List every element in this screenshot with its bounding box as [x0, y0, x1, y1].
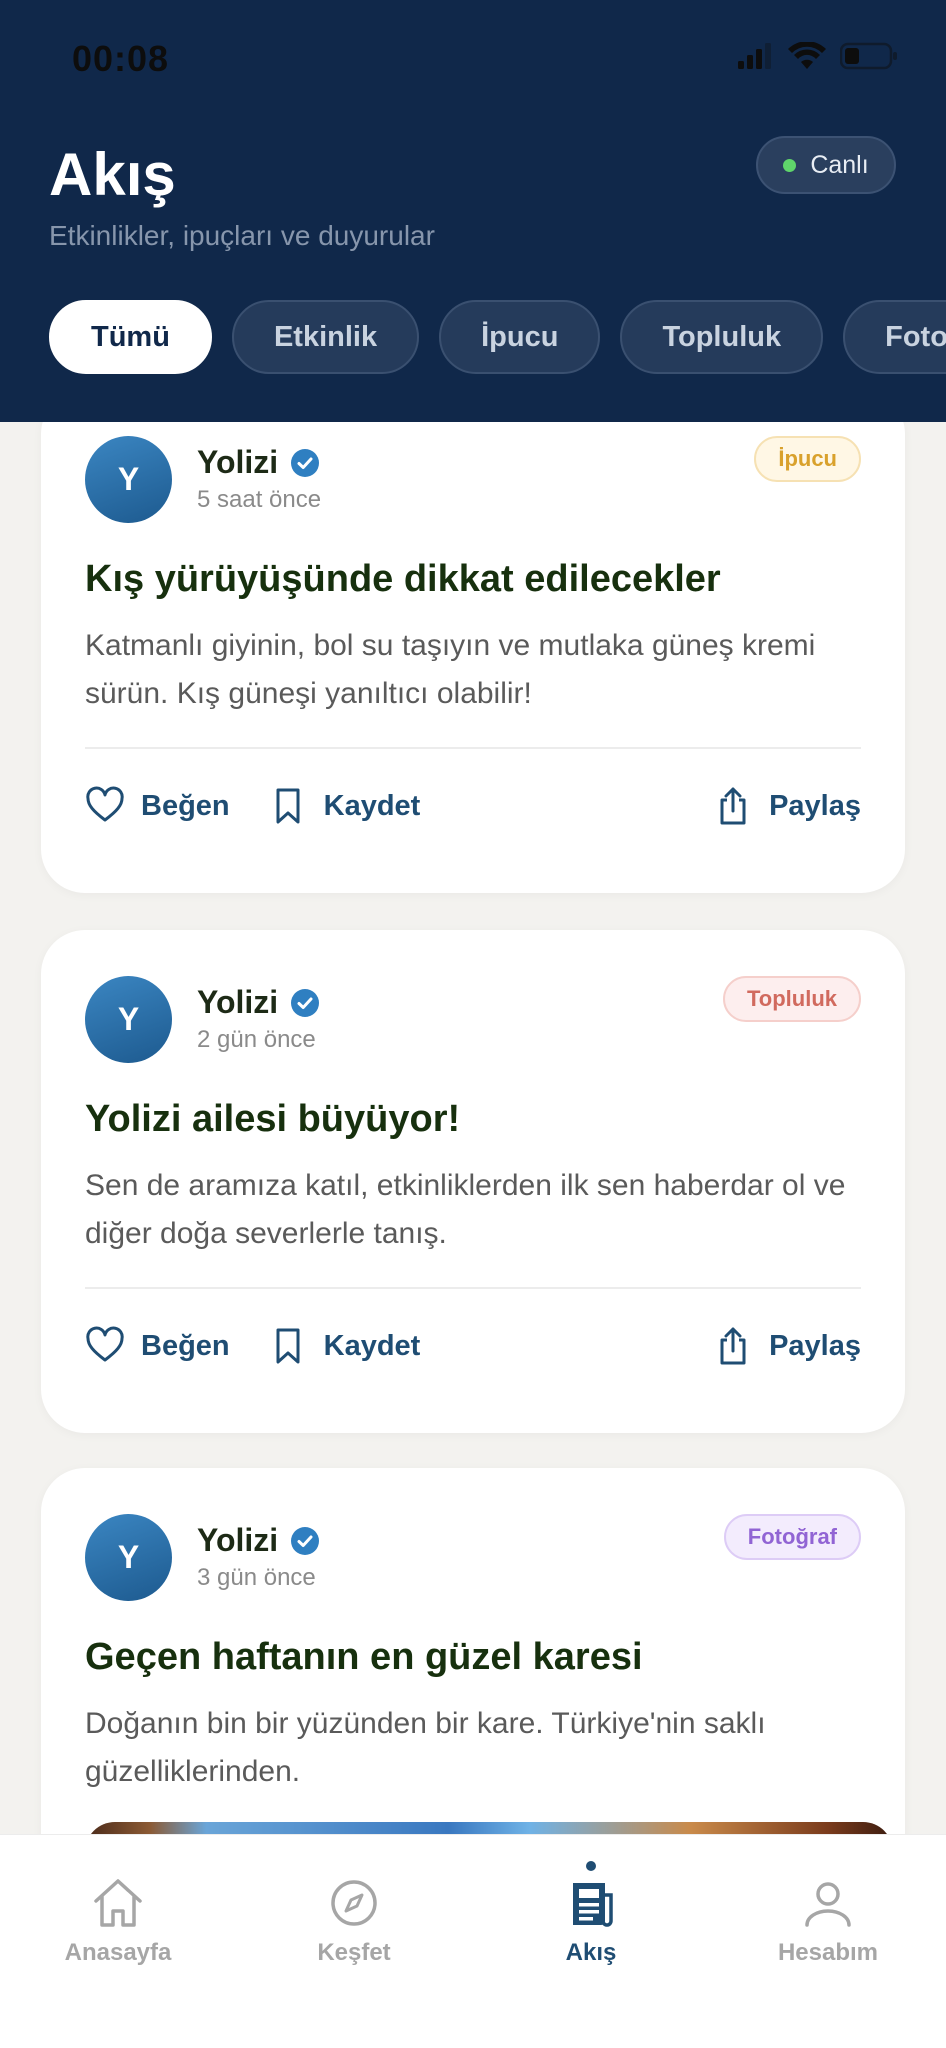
post-time: 2 gün önce: [197, 1026, 316, 1053]
newspaper-icon: [573, 1883, 613, 1927]
post-card[interactable]: Y Yolizi 5 saat önce İpucu Kış yürüyüşün…: [41, 390, 905, 893]
page-title: Akış: [49, 141, 176, 208]
save-button[interactable]: Kaydet: [268, 786, 421, 826]
compass-icon: [331, 1880, 377, 1926]
home-icon: [94, 1879, 142, 1927]
nav-item-account[interactable]: Hesabım: [748, 1875, 908, 1967]
share-icon: [720, 787, 746, 825]
post-title: Yolizi ailesi büyüyor!: [85, 1098, 461, 1140]
author-name: Yolizi: [197, 984, 279, 1020]
avatar: Y: [85, 436, 172, 523]
bottom-navigation: Anasayfa Keşfet Akış Hesabım: [0, 1834, 946, 2048]
like-button[interactable]: Beğen: [85, 786, 230, 826]
post-tag: İpucu: [754, 436, 861, 482]
chip-photo[interactable]: Foto: [843, 300, 946, 374]
chip-tip[interactable]: İpucu: [439, 300, 601, 374]
chip-all[interactable]: Tümü: [49, 300, 212, 374]
share-icon: [720, 1327, 746, 1365]
post-body: Katmanlı giyinin, bol su taşıyın ve mutl…: [85, 629, 816, 710]
post-time: 3 gün önce: [197, 1564, 316, 1591]
post-body: Sen de aramıza katıl, etkinliklerden ilk…: [85, 1169, 846, 1250]
save-label: Kaydet: [323, 1329, 421, 1362]
bookmark-icon: [276, 1328, 300, 1364]
chip-community[interactable]: Topluluk: [620, 300, 824, 374]
nav-label-home: Anasayfa: [64, 1939, 172, 1966]
share-button[interactable]: Paylaş: [713, 786, 861, 826]
save-label: Kaydet: [323, 789, 421, 822]
live-label: Canlı: [810, 150, 869, 179]
post-actions: Beğen Kaydet Paylaş: [85, 776, 861, 836]
heart-icon: [86, 1326, 124, 1362]
nav-item-feed[interactable]: Akış: [511, 1861, 671, 1967]
chip-event[interactable]: Etkinlik: [231, 300, 420, 374]
share-label: Paylaş: [769, 1329, 861, 1362]
verified-badge-icon: [291, 988, 320, 1017]
active-indicator: [586, 1861, 596, 1871]
like-label: Beğen: [141, 1329, 230, 1362]
post-title: Kış yürüyüşünde dikkat edilecekler: [85, 558, 721, 600]
heart-icon: [86, 786, 124, 822]
divider: [85, 747, 861, 749]
nav-label-explore: Keşfet: [317, 1939, 391, 1966]
battery-icon: [840, 42, 897, 70]
post-author: Yolizi: [197, 1522, 320, 1559]
verified-badge-icon: [291, 1526, 320, 1555]
header: 00:08 Akış Etkinlikler, ipuçları ve duyu…: [0, 0, 946, 422]
post-time: 5 saat önce: [197, 486, 322, 513]
wifi-icon: [788, 42, 826, 69]
status-icons: [738, 42, 898, 70]
author-name: Yolizi: [197, 1522, 279, 1558]
bookmark-icon: [276, 788, 300, 824]
verified-badge-icon: [291, 448, 320, 477]
nav-item-explore[interactable]: Keşfet: [274, 1875, 434, 1967]
share-label: Paylaş: [769, 789, 861, 822]
page-subtitle: Etkinlikler, ipuçları ve duyurular: [49, 220, 435, 251]
app-screen: 00:08 Akış Etkinlikler, ipuçları ve duyu…: [0, 0, 946, 2048]
nav-item-home[interactable]: Anasayfa: [38, 1875, 198, 1967]
live-status-pill[interactable]: Canlı: [756, 136, 896, 194]
avatar: Y: [85, 1514, 172, 1601]
cellular-signal-icon: [738, 43, 771, 69]
nav-label-account: Hesabım: [777, 1939, 879, 1966]
divider: [85, 1287, 861, 1289]
author-name: Yolizi: [197, 444, 279, 480]
post-card[interactable]: Y Yolizi 2 gün önce Topluluk Yolizi aile…: [41, 930, 905, 1433]
filter-chips: Tümü Etkinlik İpucu Topluluk Foto: [49, 300, 946, 374]
like-label: Beğen: [141, 789, 230, 822]
save-button[interactable]: Kaydet: [268, 1326, 421, 1366]
avatar: Y: [85, 976, 172, 1063]
post-tag: Topluluk: [722, 976, 861, 1022]
like-button[interactable]: Beğen: [85, 1326, 230, 1366]
nav-label-feed: Akış: [565, 1939, 617, 1966]
post-author: Yolizi: [197, 984, 320, 1021]
post-tag: Fotoğraf: [723, 1514, 861, 1560]
post-title: Geçen haftanın en güzel karesi: [85, 1636, 643, 1678]
post-actions: Beğen Kaydet Paylaş: [85, 1316, 861, 1376]
post-body: Doğanın bin bir yüzünden bir kare. Türki…: [85, 1707, 766, 1788]
status-time: 00:08: [72, 38, 170, 79]
post-author: Yolizi: [197, 444, 320, 481]
share-button[interactable]: Paylaş: [713, 1326, 861, 1366]
user-icon: [805, 1882, 851, 1927]
live-dot-icon: [783, 158, 797, 172]
